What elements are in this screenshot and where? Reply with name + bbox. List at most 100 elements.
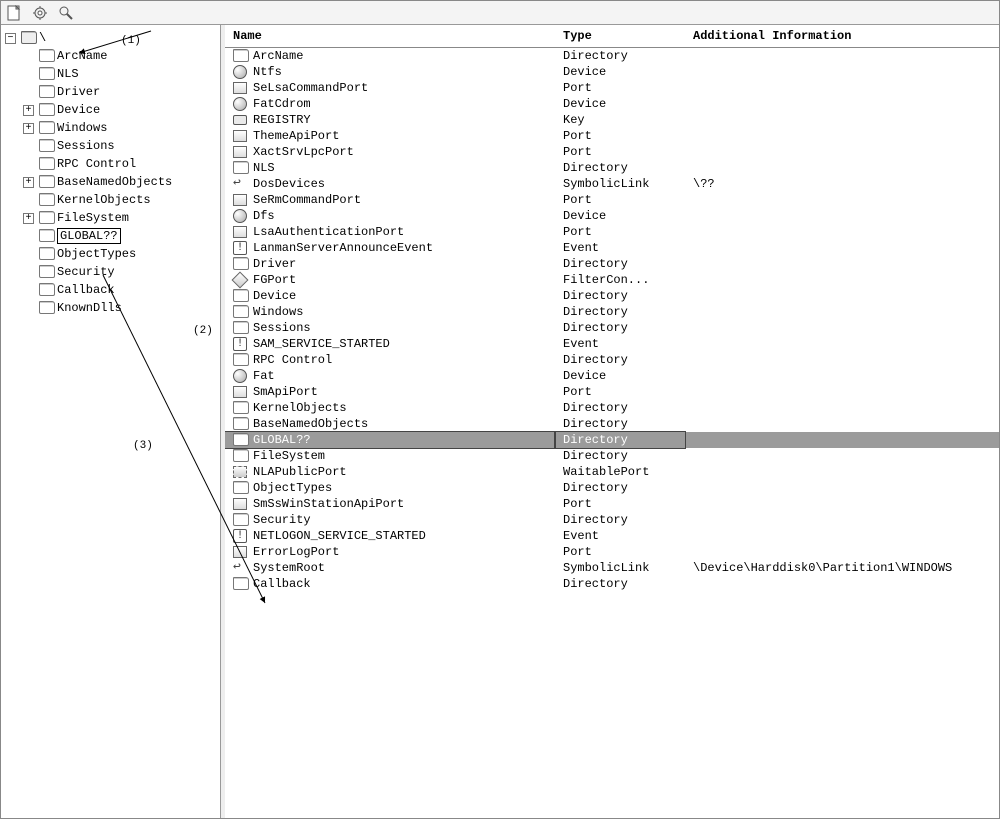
tree-item[interactable]: Sessions	[23, 137, 220, 155]
table-row[interactable]: SystemRootSymbolicLink\Device\Harddisk0\…	[225, 560, 999, 576]
table-row[interactable]: SmApiPortPort	[225, 384, 999, 400]
table-row[interactable]: NETLOGON_SERVICE_STARTEDEvent	[225, 528, 999, 544]
table-row[interactable]: ArcNameDirectory	[225, 48, 999, 65]
row-info	[685, 192, 999, 208]
tree-item[interactable]: KernelObjects	[23, 191, 220, 209]
row-type: SymbolicLink	[555, 560, 685, 576]
tree-item[interactable]: Callback	[23, 281, 220, 299]
tree-item[interactable]: RPC Control	[23, 155, 220, 173]
table-row[interactable]: DriverDirectory	[225, 256, 999, 272]
tree-item[interactable]: GLOBAL??	[23, 227, 220, 245]
col-name[interactable]: Name	[225, 25, 555, 48]
expand-icon[interactable]: +	[23, 177, 34, 188]
row-type: Directory	[555, 256, 685, 272]
tree-panel[interactable]: − \ ArcNameNLSDriver+Device+WindowsSessi…	[1, 25, 221, 818]
tree-item[interactable]: NLS	[23, 65, 220, 83]
device-icon	[233, 209, 249, 223]
row-type: FilterCon...	[555, 272, 685, 288]
expand-icon[interactable]: +	[23, 105, 34, 116]
tree-spacer	[23, 267, 34, 278]
tree-item[interactable]: ArcName	[23, 47, 220, 65]
gear-icon[interactable]	[31, 4, 49, 22]
search-icon[interactable]	[57, 4, 75, 22]
tree-item-label: Callback	[57, 283, 115, 297]
folder-icon	[233, 49, 249, 63]
tree-item[interactable]: + BaseNamedObjects	[23, 173, 220, 191]
tree-item[interactable]: ObjectTypes	[23, 245, 220, 263]
tree-item[interactable]: KnownDlls	[23, 299, 220, 317]
table-row[interactable]: NtfsDevice	[225, 64, 999, 80]
row-name: Windows	[253, 305, 303, 319]
row-name: LanmanServerAnnounceEvent	[253, 241, 433, 255]
port-icon	[233, 385, 249, 399]
filter-icon	[233, 273, 249, 287]
main-split: (1) (2) (3) − \ ArcNameNLSDriver+Device+…	[1, 25, 999, 818]
row-info	[685, 160, 999, 176]
event-icon	[233, 337, 249, 351]
row-name: Device	[253, 289, 296, 303]
col-info[interactable]: Additional Information	[685, 25, 999, 48]
expand-icon[interactable]: +	[23, 123, 34, 134]
tree-item-label: KnownDlls	[57, 301, 122, 315]
table-row[interactable]: FatCdromDevice	[225, 96, 999, 112]
table-row[interactable]: FileSystemDirectory	[225, 448, 999, 464]
row-info	[685, 448, 999, 464]
tree-item[interactable]: Driver	[23, 83, 220, 101]
col-type[interactable]: Type	[555, 25, 685, 48]
table-row[interactable]: FGPortFilterCon...	[225, 272, 999, 288]
tree-spacer	[23, 249, 34, 260]
tree-item-label: Windows	[57, 121, 107, 135]
tree-item[interactable]: + Windows	[23, 119, 220, 137]
table-row[interactable]: SmSsWinStationApiPortPort	[225, 496, 999, 512]
row-name: SeLsaCommandPort	[253, 81, 368, 95]
row-info	[685, 352, 999, 368]
table-row[interactable]: ThemeApiPortPort	[225, 128, 999, 144]
row-type: Key	[555, 112, 685, 128]
row-type: Device	[555, 64, 685, 80]
tree-item-label: BaseNamedObjects	[57, 175, 172, 189]
table-row[interactable]: LanmanServerAnnounceEventEvent	[225, 240, 999, 256]
tree-root[interactable]: − \	[5, 29, 220, 47]
port-icon	[233, 497, 249, 511]
table-row[interactable]: SecurityDirectory	[225, 512, 999, 528]
collapse-icon[interactable]: −	[5, 33, 16, 44]
folder-icon	[39, 157, 55, 171]
tree-item[interactable]: Security	[23, 263, 220, 281]
tree-item[interactable]: +FileSystem	[23, 209, 220, 227]
table-row[interactable]: CallbackDirectory	[225, 576, 999, 592]
table-row[interactable]: WindowsDirectory	[225, 304, 999, 320]
port-icon	[233, 145, 249, 159]
row-info	[685, 208, 999, 224]
table-row[interactable]: LsaAuthenticationPortPort	[225, 224, 999, 240]
table-row[interactable]: SAM_SERVICE_STARTEDEvent	[225, 336, 999, 352]
table-row[interactable]: FatDevice	[225, 368, 999, 384]
folder-icon	[39, 103, 55, 117]
table-row[interactable]: NLSDirectory	[225, 160, 999, 176]
table-row[interactable]: NLAPublicPortWaitablePort	[225, 464, 999, 480]
table-row[interactable]: GLOBAL??Directory	[225, 432, 999, 448]
table-row[interactable]: DosDevicesSymbolicLink\??	[225, 176, 999, 192]
folder-root-icon	[21, 31, 37, 45]
table-row[interactable]: SeRmCommandPortPort	[225, 192, 999, 208]
table-row[interactable]: XactSrvLpcPortPort	[225, 144, 999, 160]
table-row[interactable]: ErrorLogPortPort	[225, 544, 999, 560]
list-panel[interactable]: Name Type Additional Information ArcName…	[225, 25, 999, 818]
expand-icon[interactable]: +	[23, 213, 34, 224]
file-icon[interactable]	[5, 4, 23, 22]
table-row[interactable]: BaseNamedObjectsDirectory	[225, 416, 999, 432]
table-row[interactable]: REGISTRYKey	[225, 112, 999, 128]
port-icon	[233, 545, 249, 559]
table-row[interactable]: DfsDevice	[225, 208, 999, 224]
row-type: Device	[555, 208, 685, 224]
row-name: SmApiPort	[253, 385, 318, 399]
table-row[interactable]: DeviceDirectory	[225, 288, 999, 304]
table-row[interactable]: RPC ControlDirectory	[225, 352, 999, 368]
table-row[interactable]: KernelObjectsDirectory	[225, 400, 999, 416]
table-row[interactable]: SessionsDirectory	[225, 320, 999, 336]
row-name: ErrorLogPort	[253, 545, 339, 559]
table-row[interactable]: SeLsaCommandPortPort	[225, 80, 999, 96]
table-row[interactable]: ObjectTypesDirectory	[225, 480, 999, 496]
folder-icon	[39, 247, 55, 261]
row-info	[685, 272, 999, 288]
tree-item[interactable]: +Device	[23, 101, 220, 119]
